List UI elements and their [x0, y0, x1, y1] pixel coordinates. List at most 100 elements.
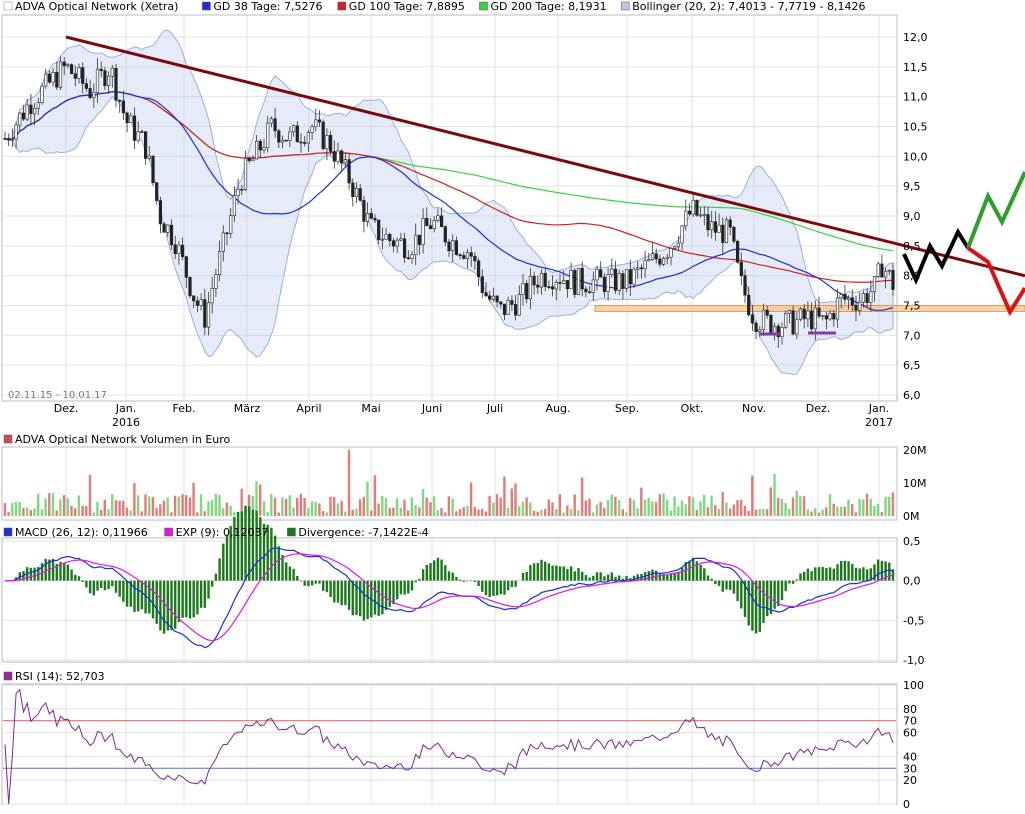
volume-bar: [695, 510, 698, 516]
divergence-bar: [288, 566, 292, 581]
divergence-bar: [492, 580, 495, 596]
divergence-bar: [817, 567, 821, 581]
volume-bar: [381, 495, 384, 516]
divergence-bar: [729, 580, 732, 590]
candle-body: [510, 300, 514, 305]
candle-body: [288, 131, 292, 141]
volume-bar: [103, 499, 106, 516]
divergence-bar: [51, 558, 55, 581]
candle-body: [236, 188, 240, 197]
divergence-bar: [333, 580, 336, 603]
candle-body: [624, 269, 629, 289]
volume-bar: [762, 508, 765, 516]
candle-body: [21, 112, 26, 120]
divergence-bar: [732, 580, 736, 594]
divergence-bar: [566, 569, 569, 581]
volume-bar: [810, 511, 813, 516]
divergence-bar: [196, 580, 199, 615]
volume-bar: [632, 500, 636, 516]
divergence-bar: [137, 580, 140, 612]
volume-bar: [765, 509, 769, 516]
volume-bar: [547, 499, 550, 516]
candle-body: [299, 141, 303, 144]
price-y-tick: 6,5: [903, 359, 921, 372]
divergence-bar: [458, 579, 462, 581]
volume-bar: [325, 512, 328, 516]
volume-bar: [451, 498, 454, 516]
candle-body: [488, 295, 492, 300]
divergence-bar: [388, 580, 391, 607]
volume-bar: [159, 504, 162, 516]
divergence-bar: [236, 511, 240, 581]
projection-down: [966, 246, 1025, 317]
divergence-bar: [658, 573, 662, 581]
candle-body: [480, 276, 484, 293]
volume-bar: [740, 499, 743, 516]
volume-bar: [284, 498, 288, 516]
candle-body: [835, 297, 840, 320]
candle-body: [125, 112, 129, 124]
volume-bar: [436, 510, 439, 516]
divergence-bar: [588, 577, 591, 581]
volume-bar: [710, 495, 713, 516]
divergence-bar: [836, 564, 839, 581]
legend-label: MACD (26, 12): 0,11966: [15, 526, 148, 539]
volume-bar: [458, 509, 462, 516]
candle-body: [428, 225, 433, 230]
candle-body: [765, 309, 769, 316]
candle-body: [47, 73, 51, 83]
candle-body: [469, 252, 473, 257]
divergence-bar: [273, 535, 277, 581]
volume-bar: [299, 493, 303, 516]
volume-bar: [403, 499, 406, 516]
volume-bar: [14, 501, 18, 516]
candle-body: [595, 269, 599, 281]
candle-body: [802, 308, 806, 320]
divergence-bar: [740, 580, 743, 609]
candle-body: [240, 188, 244, 191]
divergence-bar: [532, 563, 536, 581]
divergence-bar: [407, 580, 410, 594]
volume-bar: [44, 498, 47, 516]
volume-bar: [59, 499, 62, 516]
legend-label: Bollinger (20, 2): 7,4013 - 7,7719 - 8,1…: [632, 0, 865, 13]
volume-bar: [884, 497, 887, 516]
volume-bar: [114, 500, 118, 516]
x-tick-label: Juli: [486, 402, 503, 415]
volume-bar: [640, 487, 643, 516]
divergence-bar: [703, 568, 706, 581]
volume-bar: [432, 496, 436, 516]
divergence-bar: [555, 565, 558, 581]
volume-bar: [688, 496, 691, 516]
divergence-bar: [473, 580, 477, 582]
volume-bar: [503, 476, 506, 516]
candle-body: [665, 256, 669, 259]
volume-bar: [643, 499, 647, 516]
candle-body: [66, 64, 70, 67]
price-y-tick: 6,0: [903, 389, 921, 402]
divergence-bar: [359, 580, 362, 617]
volume-bar: [747, 511, 750, 516]
candle-body: [432, 220, 436, 230]
candle-body: [584, 288, 588, 293]
candle-body: [824, 315, 828, 320]
candle-body: [621, 273, 625, 289]
candle-body: [806, 310, 810, 320]
volume-bar: [440, 507, 443, 516]
volume-bar: [680, 500, 684, 516]
candle-body: [229, 215, 233, 234]
divergence-bar: [754, 580, 758, 634]
divergence-bar: [573, 571, 576, 581]
candle-body: [521, 283, 525, 295]
candle-body: [576, 267, 581, 295]
candle-body: [839, 294, 843, 299]
volume-bar: [85, 506, 88, 516]
divergence-bar: [218, 558, 221, 581]
divergence-bar: [381, 580, 384, 615]
volume-bar: [377, 503, 380, 516]
candle-body: [832, 313, 836, 320]
volume-bar: [536, 511, 539, 516]
candle-body: [147, 155, 151, 159]
volume-bar: [629, 498, 632, 516]
candle-body: [458, 254, 462, 257]
